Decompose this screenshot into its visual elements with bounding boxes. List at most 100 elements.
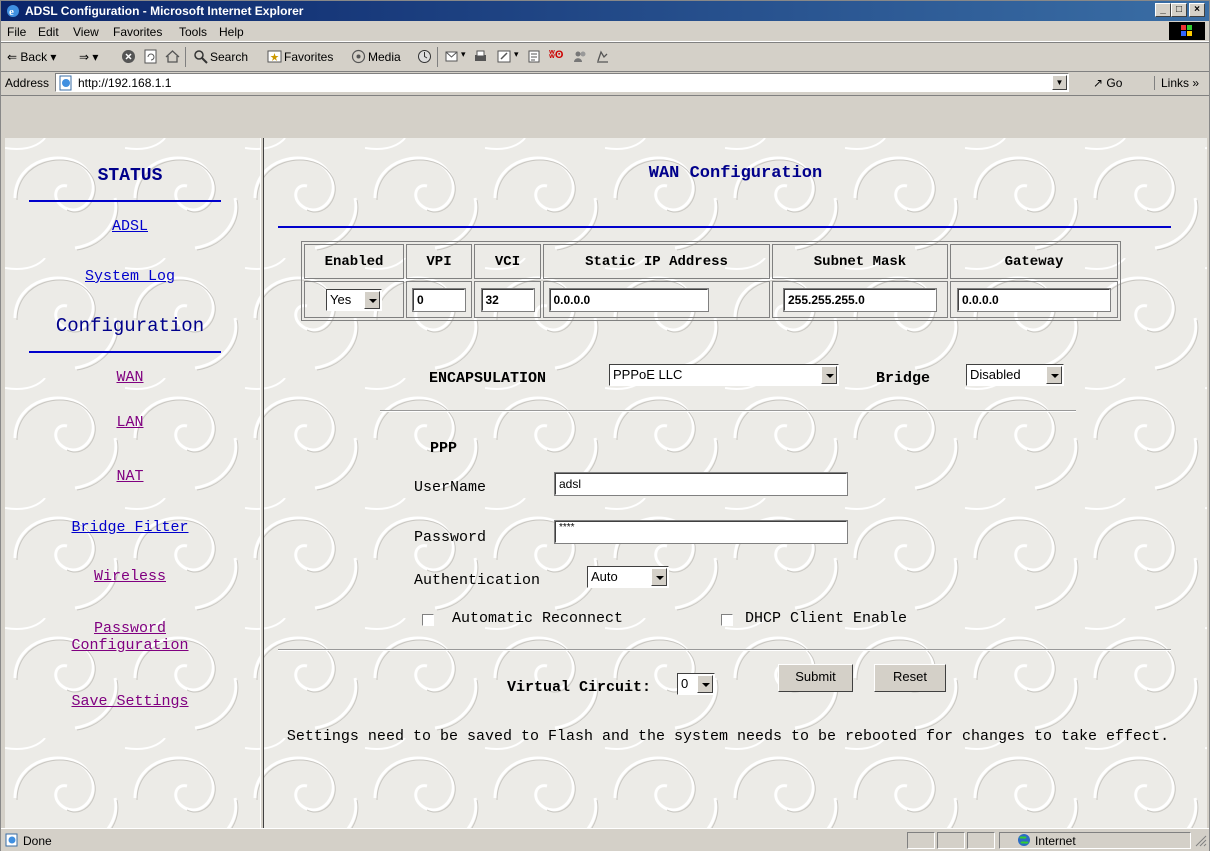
resize-grip-icon[interactable]: [1195, 835, 1207, 847]
edit-icon[interactable]: [497, 49, 512, 64]
nav-link-password-line1: Password: [93, 620, 166, 637]
address-url: http://192.168.1.1: [78, 76, 172, 90]
go-button[interactable]: ↗ Go: [1093, 76, 1122, 90]
cell-vpi: 0: [406, 281, 472, 318]
maximize-button[interactable]: □: [1171, 3, 1187, 17]
header-subnet-mask: Subnet Mask: [772, 244, 948, 279]
encapsulation-select[interactable]: PPPoE LLC: [609, 364, 839, 386]
wan-table: Enabled VPI VCI Static IP Address Subnet…: [301, 241, 1121, 321]
menu-help[interactable]: Help: [219, 25, 244, 39]
page-done-icon: [5, 833, 18, 847]
mail-dropdown-icon[interactable]: ▾: [461, 49, 466, 60]
authentication-label: Authentication: [414, 572, 541, 589]
discuss-icon[interactable]: [527, 49, 542, 64]
print-icon[interactable]: [473, 49, 488, 64]
nav-link-lan[interactable]: LAN: [5, 414, 255, 431]
navigation-frame: STATUS ADSL System Log Configuration WAN…: [5, 138, 258, 828]
minimize-button[interactable]: _: [1155, 3, 1171, 17]
search-button[interactable]: Search: [210, 50, 248, 64]
virtual-circuit-select[interactable]: 0: [677, 673, 715, 695]
ppp-divider: [278, 649, 1171, 651]
media-button[interactable]: Media: [368, 50, 401, 64]
nav-link-wireless[interactable]: Wireless: [5, 568, 255, 585]
nav-link-nat[interactable]: NAT: [5, 468, 255, 485]
page-content: STATUS ADSL System Log Configuration WAN…: [5, 138, 1207, 828]
bridge-value: Disabled: [970, 367, 1021, 382]
cell-vci: 32: [474, 281, 541, 318]
vci-input[interactable]: 32: [480, 287, 535, 312]
globe-icon: [1018, 834, 1030, 846]
forward-button[interactable]: ⇒ ▾: [79, 50, 98, 64]
edit-dropdown-icon[interactable]: ▾: [514, 49, 519, 60]
header-static-ip: Static IP Address: [543, 244, 770, 279]
cell-gateway: 0.0.0.0: [950, 281, 1118, 318]
mail-icon[interactable]: [445, 49, 460, 64]
header-vci: VCI: [474, 244, 541, 279]
page-icon: [59, 75, 72, 91]
username-label: UserName: [414, 479, 487, 496]
bridge-select[interactable]: Disabled: [966, 364, 1064, 386]
menu-edit[interactable]: Edit: [38, 25, 59, 39]
nav-link-bridge-filter[interactable]: Bridge Filter: [5, 519, 255, 536]
chevron-down-icon: [364, 290, 380, 309]
links-button[interactable]: Links »: [1154, 76, 1199, 90]
menu-tools[interactable]: Tools: [179, 25, 207, 39]
research-icon[interactable]: [595, 49, 610, 64]
dhcp-client-checkbox[interactable]: [721, 614, 733, 626]
nav-link-save-settings[interactable]: Save Settings: [5, 693, 255, 710]
stop-icon[interactable]: [121, 49, 136, 64]
ie-logo-icon: e: [7, 5, 19, 18]
authentication-select[interactable]: Auto: [587, 566, 669, 588]
cell-subnet: 255.255.255.0: [772, 281, 948, 318]
nav-link-wan[interactable]: WAN: [5, 369, 255, 386]
address-input[interactable]: http://192.168.1.1 ▼: [55, 73, 1069, 92]
svg-text:e: e: [9, 6, 14, 18]
bridge-label: Bridge: [876, 370, 931, 387]
toolbar-separator: [185, 47, 186, 67]
header-enabled: Enabled: [304, 244, 404, 279]
status-divider: [29, 200, 221, 202]
status-pane: [967, 832, 995, 849]
enabled-select[interactable]: Yes: [326, 288, 382, 311]
home-icon[interactable]: [165, 49, 180, 64]
automatic-reconnect-label: Automatic Reconnect: [452, 610, 624, 627]
ppp-heading: PPP: [430, 440, 458, 457]
address-bar: Address http://192.168.1.1 ▼ ↗ Go Links …: [1, 71, 1209, 96]
username-input[interactable]: adsl: [554, 472, 848, 496]
close-button[interactable]: ×: [1189, 3, 1205, 17]
favorites-icon: [267, 50, 282, 63]
status-heading: STATUS: [97, 166, 163, 186]
people-icon[interactable]: [573, 49, 588, 64]
enabled-value: Yes: [330, 291, 352, 307]
address-dropdown-button[interactable]: ▼: [1052, 75, 1067, 90]
chevron-down-icon: [821, 366, 837, 384]
browser-window: e ADSL Configuration - Microsoft Interne…: [0, 0, 1210, 851]
back-button[interactable]: ⇐ Back ▾: [7, 50, 56, 64]
vpi-input[interactable]: 0: [412, 287, 466, 312]
subnet-mask-input[interactable]: 255.255.255.0: [783, 287, 937, 312]
authentication-value: Auto: [591, 569, 618, 584]
favorites-button[interactable]: Favorites: [284, 50, 333, 64]
refresh-icon[interactable]: [143, 49, 158, 64]
back-label: Back: [20, 50, 48, 64]
encapsulation-divider: [380, 410, 1076, 412]
menu-view[interactable]: View: [73, 25, 99, 39]
history-icon[interactable]: [417, 49, 432, 64]
status-pane: [937, 832, 965, 849]
dhcp-client-label: DHCP Client Enable: [745, 610, 908, 627]
password-input[interactable]: ****: [554, 520, 848, 544]
menu-favorites[interactable]: Favorites: [113, 25, 162, 39]
static-ip-input[interactable]: 0.0.0.0: [548, 287, 709, 312]
menu-file[interactable]: File: [7, 25, 26, 39]
reset-button[interactable]: Reset: [874, 664, 946, 692]
gateway-input[interactable]: 0.0.0.0: [957, 287, 1111, 312]
page-title: WAN Configuration: [648, 164, 823, 183]
nav-link-adsl[interactable]: ADSL: [5, 218, 255, 235]
automatic-reconnect-checkbox[interactable]: [422, 614, 434, 626]
submit-button[interactable]: Submit: [778, 664, 853, 692]
messenger-icon[interactable]: ʬʘ: [549, 49, 563, 61]
nav-link-password[interactable]: Password Configuration: [5, 620, 255, 654]
nav-link-system-log[interactable]: System Log: [5, 268, 255, 285]
status-text: Done: [23, 834, 52, 848]
address-label: Address: [5, 76, 50, 90]
